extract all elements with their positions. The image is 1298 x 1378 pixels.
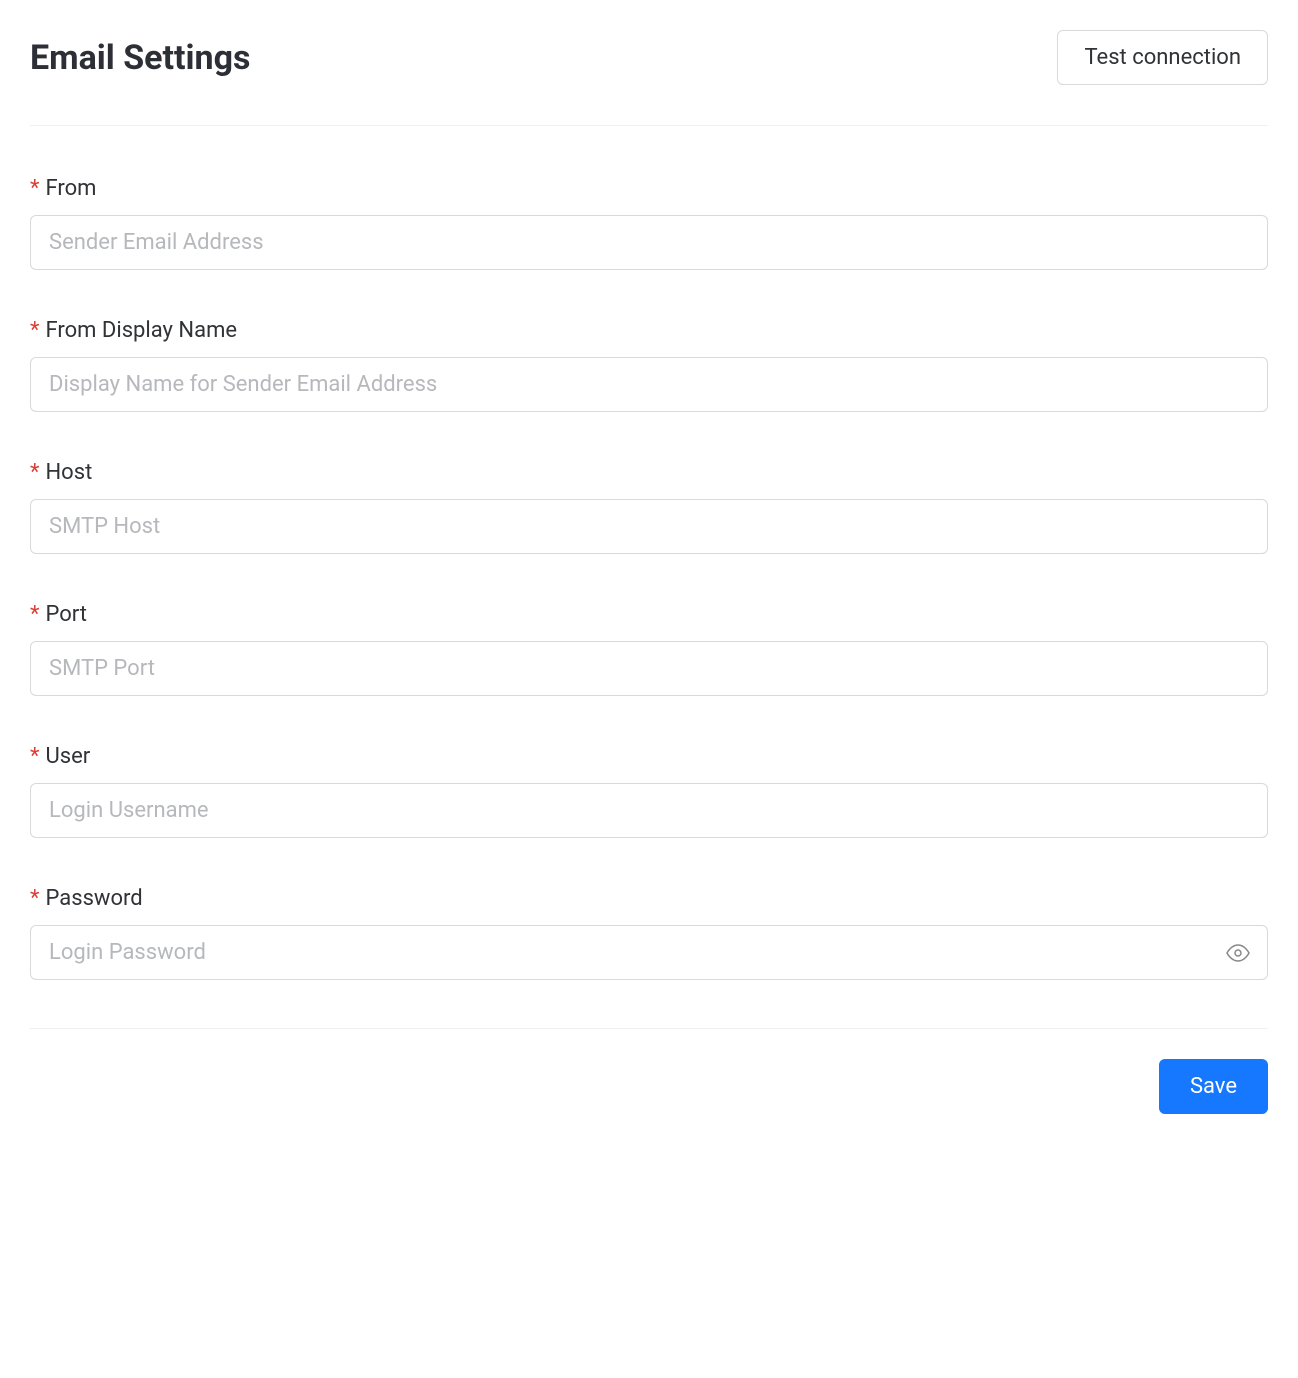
from-label: *From bbox=[30, 176, 1268, 201]
password-input[interactable] bbox=[30, 925, 1268, 980]
host-label: *Host bbox=[30, 460, 1268, 485]
user-input[interactable] bbox=[30, 783, 1268, 838]
label-text: From bbox=[45, 176, 96, 201]
eye-icon[interactable] bbox=[1226, 941, 1250, 965]
label-text: User bbox=[45, 744, 90, 769]
label-text: From Display Name bbox=[45, 318, 237, 343]
required-mark: * bbox=[30, 886, 39, 911]
host-input[interactable] bbox=[30, 499, 1268, 554]
save-button[interactable]: Save bbox=[1159, 1059, 1268, 1114]
input-wrapper bbox=[30, 357, 1268, 412]
input-wrapper bbox=[30, 925, 1268, 980]
form-group-port: *Port bbox=[30, 602, 1268, 696]
header-divider bbox=[30, 125, 1268, 126]
form-group-password: *Password bbox=[30, 886, 1268, 980]
input-wrapper bbox=[30, 641, 1268, 696]
required-mark: * bbox=[30, 602, 39, 627]
form-group-from: *From bbox=[30, 176, 1268, 270]
form-group-host: *Host bbox=[30, 460, 1268, 554]
form-group-user: *User bbox=[30, 744, 1268, 838]
form-group-from-display-name: *From Display Name bbox=[30, 318, 1268, 412]
input-wrapper bbox=[30, 499, 1268, 554]
footer-divider bbox=[30, 1028, 1268, 1029]
required-mark: * bbox=[30, 460, 39, 485]
user-label: *User bbox=[30, 744, 1268, 769]
label-text: Port bbox=[45, 602, 86, 627]
input-wrapper bbox=[30, 783, 1268, 838]
from-input[interactable] bbox=[30, 215, 1268, 270]
required-mark: * bbox=[30, 744, 39, 769]
password-label: *Password bbox=[30, 886, 1268, 911]
page-title: Email Settings bbox=[30, 38, 250, 78]
page-header: Email Settings Test connection bbox=[30, 30, 1268, 85]
test-connection-button[interactable]: Test connection bbox=[1057, 30, 1268, 85]
input-wrapper bbox=[30, 215, 1268, 270]
from-display-name-input[interactable] bbox=[30, 357, 1268, 412]
from-display-name-label: *From Display Name bbox=[30, 318, 1268, 343]
required-mark: * bbox=[30, 176, 39, 201]
port-input[interactable] bbox=[30, 641, 1268, 696]
port-label: *Port bbox=[30, 602, 1268, 627]
required-mark: * bbox=[30, 318, 39, 343]
label-text: Password bbox=[45, 886, 142, 911]
footer: Save bbox=[30, 1059, 1268, 1114]
label-text: Host bbox=[45, 460, 92, 485]
